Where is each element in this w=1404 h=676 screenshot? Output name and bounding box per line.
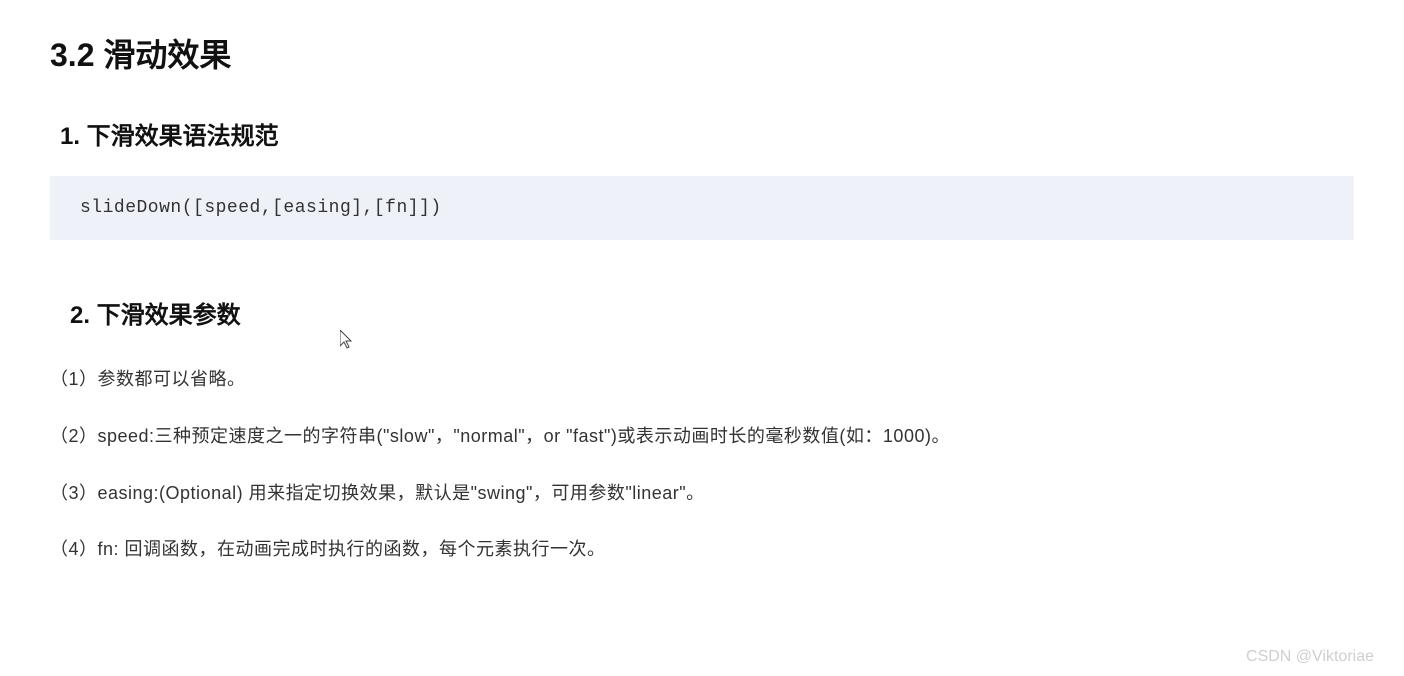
param-item-2: （2）speed:三种预定速度之一的字符串("slow"，"normal"，or… [50,422,1354,451]
section-title: 3.2 滑动效果 [50,30,1354,76]
subsection-syntax-title: 1. 下滑效果语法规范 [60,116,1354,151]
subsection-params-title: 2. 下滑效果参数 [70,295,1354,330]
cursor-icon [340,330,356,350]
code-block: slideDown([speed,[easing],[fn]]) [50,176,1354,240]
param-item-3: （3）easing:(Optional) 用来指定切换效果，默认是"swing"… [50,479,1354,508]
param-item-1: （1）参数都可以省略。 [50,365,1354,394]
watermark: CSDN @Viktoriae [1246,648,1374,666]
param-item-4: （4）fn: 回调函数，在动画完成时执行的函数，每个元素执行一次。 [50,535,1354,564]
